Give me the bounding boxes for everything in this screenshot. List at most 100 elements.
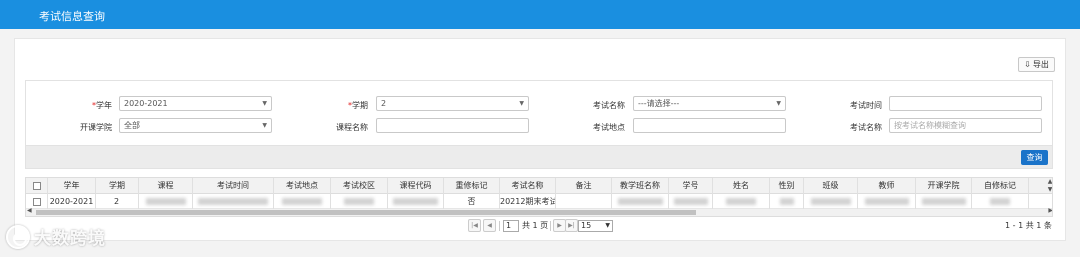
col-header[interactable]: 考试名称 xyxy=(500,178,556,194)
college-select[interactable]: 全部 ▼ xyxy=(119,118,272,133)
page-size-select[interactable]: 15 ▼ xyxy=(578,220,613,232)
filter-footer xyxy=(25,145,1053,169)
cell-exam-time xyxy=(193,194,274,209)
redacted-text xyxy=(810,198,851,205)
scroll-right-icon[interactable]: ▶ xyxy=(1048,207,1052,214)
cell-name xyxy=(713,194,770,209)
title-bar: 考试信息查询 xyxy=(0,0,1080,29)
exam-location-input[interactable] xyxy=(633,118,786,133)
cell-remark xyxy=(556,194,612,209)
header-spacer xyxy=(1029,178,1045,194)
scroll-up-icon[interactable]: ▲ ▼ xyxy=(1046,178,1052,194)
table-header: 学年 学期 课程 考试时间 考试地点 考试校区 课程代码 重修标记 考试名称 备… xyxy=(26,178,1052,194)
col-header[interactable]: 姓名 xyxy=(713,178,770,194)
cell-campus xyxy=(331,194,388,209)
col-header[interactable]: 学号 xyxy=(669,178,713,194)
record-summary: 1 - 1 共 1 条 xyxy=(1005,221,1052,230)
col-header[interactable]: 考试地点 xyxy=(274,178,331,194)
next-page-icon: ▶ xyxy=(557,222,562,229)
exam-name-select[interactable]: ---请选择--- ▼ xyxy=(633,96,786,111)
col-header[interactable]: 学年 xyxy=(48,178,96,194)
cell-college xyxy=(916,194,972,209)
redacted-text xyxy=(779,198,794,205)
last-page-button[interactable]: ▶| xyxy=(565,219,578,232)
redacted-text xyxy=(393,198,438,205)
table-row[interactable]: 2020-2021 2 否 20212期末考试 xyxy=(26,194,1052,209)
prev-page-button[interactable]: ◀ xyxy=(483,219,496,232)
course-name-input[interactable] xyxy=(376,118,529,133)
cell-exam-name: 20212期末考试 xyxy=(500,194,556,209)
select-all-cell xyxy=(26,178,48,194)
pager-divider xyxy=(550,221,551,231)
cell-class xyxy=(804,194,858,209)
redacted-text xyxy=(282,198,322,205)
prev-page-icon: ◀ xyxy=(487,222,492,229)
col-header[interactable]: 考试时间 xyxy=(193,178,274,194)
col-header[interactable]: 开课学院 xyxy=(916,178,972,194)
school-year-label: *学年 xyxy=(92,101,112,110)
query-button[interactable]: 查询 xyxy=(1021,150,1048,165)
row-checkbox[interactable] xyxy=(32,197,41,206)
page-title: 考试信息查询 xyxy=(39,10,105,23)
exam-time-label: 考试时间 xyxy=(850,101,882,110)
cell-year: 2020-2021 xyxy=(48,194,96,209)
col-header[interactable]: 学期 xyxy=(96,178,139,194)
semester-select[interactable]: 2 ▼ xyxy=(376,96,529,111)
redacted-text xyxy=(344,198,374,205)
exam-location-label: 考试地点 xyxy=(593,123,625,132)
college-label: 开课学院 xyxy=(80,123,112,132)
cell-course xyxy=(139,194,193,209)
first-page-icon: |◀ xyxy=(471,222,478,229)
chevron-down-icon: ▼ xyxy=(776,100,781,107)
chevron-down-icon: ▼ xyxy=(262,122,267,129)
last-page-icon: ▶| xyxy=(568,222,575,229)
col-header[interactable]: 班级 xyxy=(804,178,858,194)
col-header[interactable]: 性别 xyxy=(770,178,804,194)
cell-retake: 否 xyxy=(444,194,500,209)
col-header[interactable]: 自修标记 xyxy=(972,178,1029,194)
chevron-down-icon: ▼ xyxy=(605,222,610,229)
export-button[interactable]: ⇩ 导出 xyxy=(1018,57,1055,72)
cell-student-id xyxy=(669,194,713,209)
col-header[interactable]: 考试校区 xyxy=(331,178,388,194)
col-header[interactable]: 教师 xyxy=(858,178,916,194)
col-header[interactable]: 备注 xyxy=(556,178,612,194)
chevron-down-icon: ▼ xyxy=(519,100,524,107)
select-all-checkbox[interactable] xyxy=(32,181,41,190)
col-header[interactable]: 重修标记 xyxy=(444,178,500,194)
cell-class-name xyxy=(612,194,669,209)
pager-divider xyxy=(499,221,500,231)
redacted-text xyxy=(198,198,268,205)
school-year-select[interactable]: 2020-2021 ▼ xyxy=(119,96,272,111)
watermark-logo-icon xyxy=(6,224,30,249)
cell-semester: 2 xyxy=(96,194,139,209)
exam-name-input-label: 考试名称 xyxy=(850,123,882,132)
exam-name-select-label: 考试名称 xyxy=(593,101,625,110)
redacted-text xyxy=(921,198,966,205)
redacted-text xyxy=(673,198,708,205)
scroll-left-icon[interactable]: ◀ xyxy=(27,207,32,214)
first-page-button[interactable]: |◀ xyxy=(468,219,481,232)
scrollbar-thumb[interactable] xyxy=(36,210,696,215)
redacted-text xyxy=(726,198,756,205)
watermark: 大数跨境 xyxy=(6,224,106,252)
course-name-label: 课程名称 xyxy=(336,123,368,132)
exam-name-input[interactable]: 按考试名称模糊查询 xyxy=(889,118,1042,133)
col-header[interactable]: 教学班名称 xyxy=(612,178,669,194)
redacted-text xyxy=(145,198,186,205)
page-number-input[interactable]: 1 xyxy=(503,220,519,232)
semester-label: *学期 xyxy=(348,101,368,110)
export-label: 导出 xyxy=(1032,60,1049,69)
cell-teacher xyxy=(858,194,916,209)
cell-course-code xyxy=(388,194,444,209)
total-pages-text: 共 1 页 xyxy=(522,221,549,230)
col-header[interactable]: 课程代码 xyxy=(388,178,444,194)
cell-self-study xyxy=(972,194,1029,209)
horizontal-scrollbar[interactable]: ◀ ▶ xyxy=(26,207,1052,216)
cell-gender xyxy=(770,194,804,209)
cell-exam-location xyxy=(274,194,331,209)
redacted-text xyxy=(864,198,909,205)
col-header[interactable]: 课程 xyxy=(139,178,193,194)
exam-time-input[interactable] xyxy=(889,96,1042,111)
redacted-text xyxy=(617,198,663,205)
